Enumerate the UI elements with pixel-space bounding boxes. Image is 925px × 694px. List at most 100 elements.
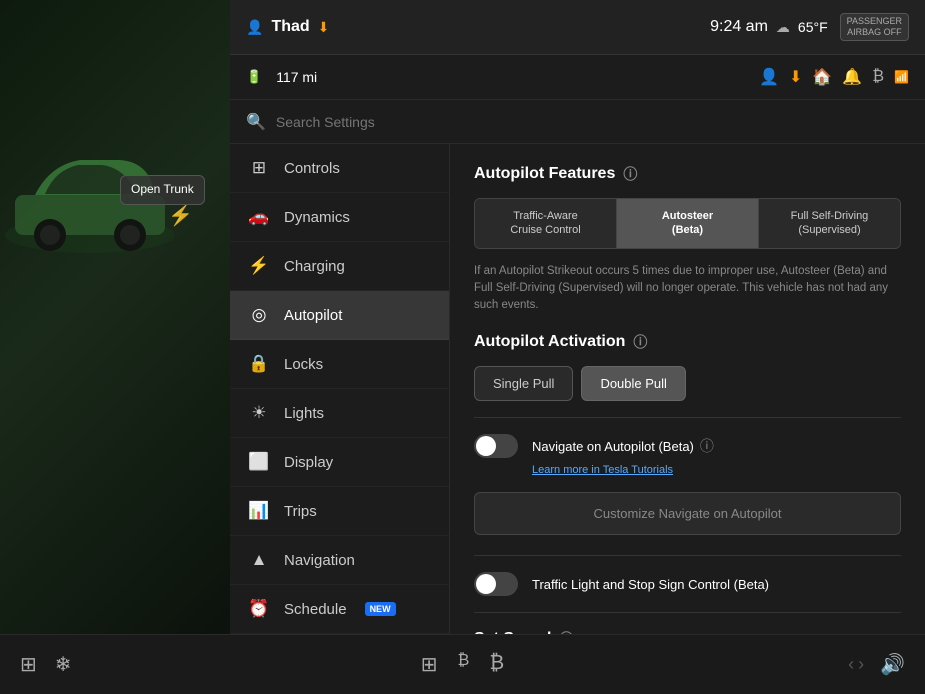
username-display: Thad bbox=[271, 18, 309, 36]
bluetooth-bottom-icon[interactable]: ₿ bbox=[489, 652, 504, 677]
controls-icon: ⊞ bbox=[248, 158, 270, 178]
navigate-label: Navigate on Autopilot (Beta) ⓘ bbox=[532, 436, 714, 456]
navigation-icon: ▲ bbox=[248, 550, 270, 570]
bottom-bar: ⊞ ❄ ⊞ ₿ ₿ ‹ › 🔊 bbox=[0, 634, 925, 694]
home-icon[interactable]: 🏠 bbox=[812, 67, 832, 87]
sidebar-label-navigation: Navigation bbox=[284, 552, 355, 569]
sidebar-label-lights: Lights bbox=[284, 405, 324, 422]
toggle-thumb-traffic bbox=[476, 574, 496, 594]
activation-title-row: Autopilot Activation ⓘ bbox=[474, 332, 901, 352]
status-bar-center: 9:24 am ☁ 65°F bbox=[710, 18, 828, 36]
bottom-center: ⊞ ₿ ₿ bbox=[421, 652, 504, 677]
divider-2 bbox=[474, 555, 901, 556]
charging-icon: ⚡ bbox=[248, 256, 270, 276]
divider-1 bbox=[474, 417, 901, 418]
toggle-thumb-navigate bbox=[476, 436, 496, 456]
traffic-toggle-row: Traffic Light and Stop Sign Control (Bet… bbox=[474, 572, 901, 596]
open-trunk-button[interactable]: Open Trunk bbox=[120, 175, 205, 205]
apps-badge-icon[interactable]: ₿ bbox=[458, 652, 470, 677]
battery-icon: 🔋 bbox=[246, 69, 262, 85]
navigate-label-text: Navigate on Autopilot (Beta) bbox=[532, 439, 694, 454]
lights-icon: ☀ bbox=[248, 403, 270, 423]
sidebar-item-lights[interactable]: ☀ Lights bbox=[230, 389, 449, 438]
bell-icon[interactable]: 🔔 bbox=[842, 67, 862, 87]
sidebar: ⊞ Controls 🚗 Dynamics ⚡ Charging ◎ Autop… bbox=[230, 144, 450, 634]
traffic-label-text: Traffic Light and Stop Sign Control (Bet… bbox=[532, 577, 769, 592]
activation-info-icon[interactable]: ⓘ bbox=[633, 332, 647, 352]
sidebar-item-dynamics[interactable]: 🚗 Dynamics bbox=[230, 193, 449, 242]
learn-more-link[interactable]: Learn more in Tesla Tutorials bbox=[532, 464, 901, 476]
sidebar-label-charging: Charging bbox=[284, 258, 345, 275]
sidebar-item-navigation[interactable]: ▲ Navigation bbox=[230, 536, 449, 585]
sidebar-label-display: Display bbox=[284, 454, 333, 471]
autopilot-icon: ◎ bbox=[248, 305, 270, 325]
tab-full-self-driving[interactable]: Full Self-Driving(Supervised) bbox=[759, 199, 900, 248]
download-icon: ⬇ bbox=[318, 19, 330, 36]
car-image: ⚡ bbox=[0, 130, 190, 280]
main-content: Autopilot Features ⓘ Traffic-AwareCruise… bbox=[450, 144, 925, 634]
time-display: 9:24 am bbox=[710, 18, 768, 36]
schedule-icon: ⏰ bbox=[248, 599, 270, 619]
sidebar-item-autopilot[interactable]: ◎ Autopilot bbox=[230, 291, 449, 340]
display-icon: ⬜ bbox=[248, 452, 270, 472]
status-bar-left: 👤 Thad ⬇ bbox=[246, 18, 698, 36]
arrow-left-icon[interactable]: ‹ bbox=[848, 654, 854, 675]
locks-icon: 🔒 bbox=[248, 354, 270, 374]
search-input[interactable] bbox=[276, 114, 909, 130]
sidebar-label-controls: Controls bbox=[284, 160, 340, 177]
sidebar-label-locks: Locks bbox=[284, 356, 323, 373]
navigate-toggle-row: Navigate on Autopilot (Beta) ⓘ bbox=[474, 434, 901, 458]
sidebar-item-locks[interactable]: 🔒 Locks bbox=[230, 340, 449, 389]
traffic-toggle[interactable] bbox=[474, 572, 518, 596]
trips-icon: 📊 bbox=[248, 501, 270, 521]
navigate-toggle[interactable] bbox=[474, 434, 518, 458]
secondary-right: 👤 ⬇ 🏠 🔔 ₿ 📶 bbox=[759, 67, 909, 87]
sidebar-label-trips: Trips bbox=[284, 503, 317, 520]
svg-text:⚡: ⚡ bbox=[168, 203, 190, 227]
new-badge: NEW bbox=[365, 602, 396, 616]
volume-icon[interactable]: 🔊 bbox=[880, 652, 905, 677]
tab-autosteer[interactable]: Autosteer(Beta) bbox=[617, 199, 759, 248]
search-icon: 🔍 bbox=[246, 112, 266, 132]
activation-tabs[interactable]: Single Pull Double Pull bbox=[474, 366, 901, 401]
nav-arrows: ‹ › bbox=[848, 654, 864, 675]
traffic-label: Traffic Light and Stop Sign Control (Bet… bbox=[532, 577, 769, 592]
secondary-bar: 🔋 117 mi 👤 ⬇ 🏠 🔔 ₿ 📶 bbox=[230, 55, 925, 100]
tab-double-pull[interactable]: Double Pull bbox=[581, 366, 686, 401]
status-bar: 👤 Thad ⬇ 9:24 am ☁ 65°F PASSENGERAIRBAG … bbox=[230, 0, 925, 55]
apps-icon[interactable]: ⊞ bbox=[421, 652, 438, 677]
tab-traffic-aware[interactable]: Traffic-AwareCruise Control bbox=[475, 199, 617, 248]
miles-display: 117 mi bbox=[276, 69, 317, 85]
menu-icon[interactable]: ⊞ bbox=[20, 652, 37, 677]
sidebar-item-controls[interactable]: ⊞ Controls bbox=[230, 144, 449, 193]
customize-button[interactable]: Customize Navigate on Autopilot bbox=[474, 492, 901, 535]
features-info-icon[interactable]: ⓘ bbox=[623, 164, 637, 184]
tab-single-pull[interactable]: Single Pull bbox=[474, 366, 573, 401]
fan-icon[interactable]: ❄ bbox=[55, 652, 72, 677]
sidebar-item-charging[interactable]: ⚡ Charging bbox=[230, 242, 449, 291]
user-icon: 👤 bbox=[246, 19, 263, 36]
sidebar-item-trips[interactable]: 📊 Trips bbox=[230, 487, 449, 536]
search-bar[interactable]: 🔍 bbox=[230, 100, 925, 144]
strikeout-info: If an Autopilot Strikeout occurs 5 times… bbox=[474, 263, 901, 315]
airbag-badge: PASSENGERAIRBAG OFF bbox=[840, 13, 909, 41]
signal-icon: 📶 bbox=[894, 70, 909, 84]
sidebar-item-display[interactable]: ⬜ Display bbox=[230, 438, 449, 487]
status-bar-right: PASSENGERAIRBAG OFF bbox=[840, 13, 909, 41]
features-title: Autopilot Features bbox=[474, 165, 615, 183]
sidebar-item-schedule[interactable]: ⏰ Schedule NEW bbox=[230, 585, 449, 634]
cloud-icon: ☁ bbox=[776, 19, 790, 36]
bottom-left: ⊞ ❄ bbox=[20, 652, 72, 677]
arrow-right-icon[interactable]: › bbox=[858, 654, 864, 675]
user-icon-secondary: 👤 bbox=[759, 67, 779, 87]
navigate-info-icon[interactable]: ⓘ bbox=[700, 436, 714, 456]
bluetooth-icon[interactable]: ₿ bbox=[872, 68, 884, 86]
activation-title: Autopilot Activation bbox=[474, 333, 625, 351]
download-icon-secondary: ⬇ bbox=[789, 67, 802, 87]
dynamics-icon: 🚗 bbox=[248, 207, 270, 227]
left-panel: ⚡ Open Trunk bbox=[0, 0, 230, 694]
divider-3 bbox=[474, 612, 901, 613]
temp-display: 65°F bbox=[798, 19, 828, 35]
feature-tabs[interactable]: Traffic-AwareCruise Control Autosteer(Be… bbox=[474, 198, 901, 249]
sidebar-label-schedule: Schedule bbox=[284, 601, 347, 618]
